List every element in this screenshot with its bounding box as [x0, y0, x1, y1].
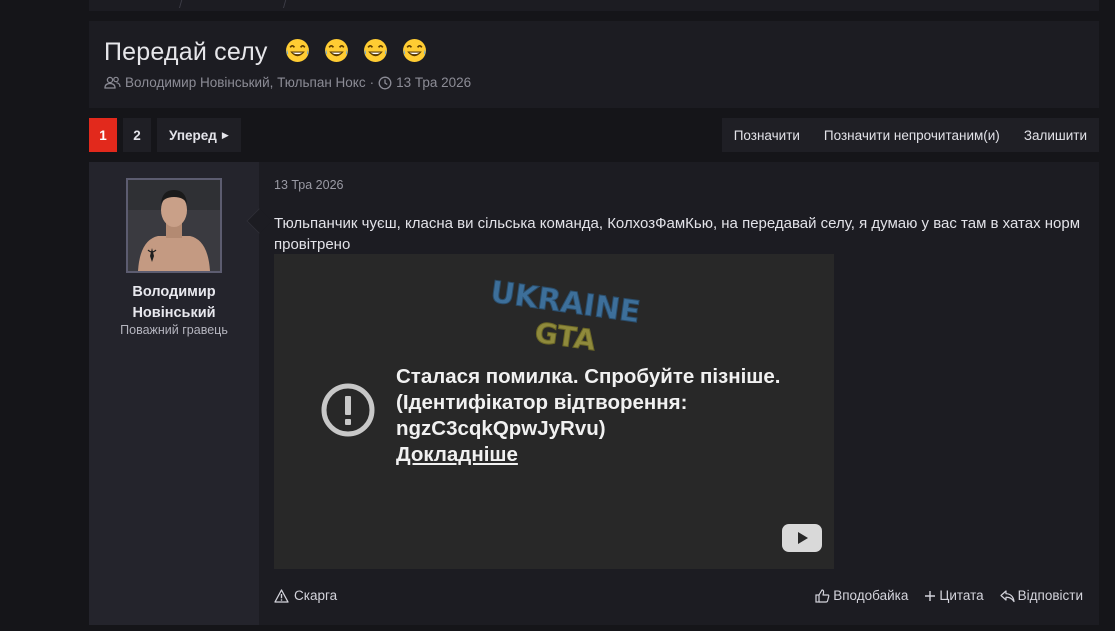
joy-emoji-icon — [285, 39, 309, 62]
joy-emoji-icon — [364, 39, 388, 62]
next-page-button[interactable]: Уперед ▶ — [157, 118, 241, 152]
error-line-2: (Ідентифікатор відтворення: — [396, 391, 688, 414]
thread-meta: Володимир Новінський, Тюльпан Нокс · 13 … — [104, 75, 471, 90]
post: Володимир Новінський Поважний гравець 13… — [89, 162, 1099, 625]
report-label: Скарга — [294, 588, 338, 603]
page-1-button[interactable]: 1 — [89, 118, 117, 152]
thread-participants-link[interactable]: Володимир Новінський, Тюльпан Нокс — [125, 75, 366, 90]
post-actions: Вподобайка Цитата Відповісти — [799, 588, 1083, 603]
next-page-label: Уперед — [169, 127, 217, 143]
warning-icon — [274, 588, 289, 603]
clock-icon — [378, 76, 392, 89]
learn-more-link[interactable]: Докладніше — [396, 442, 518, 468]
avatar-image — [128, 180, 220, 271]
top-breadcrumb-strip: / / — [89, 0, 1099, 11]
mark-button[interactable]: Позначити — [722, 118, 812, 152]
post-user-panel: Володимир Новінський Поважний гравець — [89, 162, 259, 625]
quote-button[interactable]: Цитата — [924, 588, 984, 603]
page-title: Передай селу — [104, 38, 434, 70]
like-label: Вподобайка — [833, 588, 909, 603]
ukraine-gta-logo: UKRAINE GTA — [488, 276, 643, 356]
post-author-title: Поважний гравець — [120, 323, 228, 337]
users-icon — [104, 76, 121, 89]
thread-title-text: Передай селу — [104, 38, 268, 66]
post-body-text: Тюльпанчик чуєш, класна ви сільська кома… — [274, 215, 1081, 253]
plus-icon — [925, 590, 936, 601]
report-button[interactable]: Скарга — [274, 588, 337, 603]
breadcrumb-separator: / — [283, 0, 287, 11]
joy-emoji-icon — [403, 39, 427, 62]
avatar[interactable] — [126, 178, 222, 273]
meta-separator: · — [369, 75, 375, 90]
pagination: 1 2 Уперед ▶ — [89, 118, 247, 152]
thread-date-link[interactable]: 13 Тра 2026 — [396, 75, 471, 90]
page-2-button[interactable]: 2 — [123, 118, 151, 152]
emoji-row — [285, 38, 434, 70]
error-line-1: Сталася помилка. Спробуйте пізніше. — [396, 365, 781, 388]
thread-header: Передай селу Володимир Новінський, Тюльп… — [89, 21, 1099, 108]
reply-label: Відповісти — [1017, 588, 1083, 603]
reply-icon — [1000, 589, 1015, 602]
thread-actions: Позначити Позначити непрочитаним(и) Зали… — [721, 118, 1099, 152]
video-embed[interactable]: UKRAINE GTA Сталася помилка. Спробуйте п… — [274, 254, 834, 569]
mark-unread-button[interactable]: Позначити непрочитаним(и) — [812, 118, 1012, 152]
video-error-message: Сталася помилка. Спробуйте пізніше. (Іде… — [396, 364, 816, 468]
reply-button[interactable]: Відповісти — [1000, 588, 1083, 603]
post-date-link[interactable]: 13 Тра 2026 — [274, 178, 344, 192]
quote-label: Цитата — [939, 588, 984, 603]
error-line-3: ngzC3cqkQpwJyRvu) — [396, 417, 606, 440]
joy-emoji-icon — [324, 39, 348, 62]
thumbs-up-icon — [815, 588, 830, 603]
youtube-icon[interactable] — [782, 524, 822, 552]
error-icon — [321, 383, 375, 437]
like-button[interactable]: Вподобайка — [815, 588, 908, 603]
breadcrumb-separator: / — [179, 0, 183, 11]
post-author-name[interactable]: Володимир Новінський — [89, 282, 259, 324]
caret-right-icon: ▶ — [221, 129, 229, 140]
leave-thread-button[interactable]: Залишити — [1012, 118, 1099, 152]
